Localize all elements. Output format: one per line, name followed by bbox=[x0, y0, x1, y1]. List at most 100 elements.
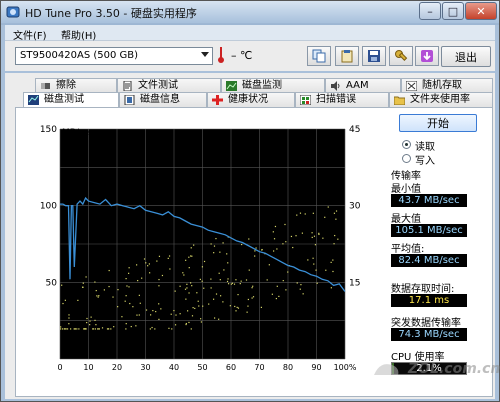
left-tick-label: 150 bbox=[40, 125, 57, 135]
tab-erase[interactable]: 擦除 bbox=[35, 78, 117, 93]
tab-benchmark[interactable]: 磁盘测试 bbox=[23, 92, 119, 108]
health-cross-icon bbox=[212, 95, 223, 105]
access-time-point bbox=[333, 243, 335, 245]
access-time-point bbox=[190, 328, 192, 330]
floppy-disk-icon bbox=[368, 50, 380, 62]
access-time-point bbox=[156, 260, 158, 262]
maximize-button[interactable]: □ bbox=[442, 2, 464, 20]
avg-label: 平均值: bbox=[391, 244, 425, 255]
access-time-point bbox=[210, 243, 212, 245]
access-time-point bbox=[227, 278, 229, 280]
toolbar: ST9500420AS (500 GB) – ℃ 退出 bbox=[5, 41, 495, 71]
access-time-point bbox=[117, 289, 119, 291]
access-time-point bbox=[247, 305, 249, 307]
close-button[interactable]: ✕ bbox=[465, 2, 497, 20]
access-time-point bbox=[318, 233, 320, 236]
access-time-point bbox=[89, 320, 91, 322]
access-time-point bbox=[89, 324, 91, 326]
tab-erase-label: 擦除 bbox=[56, 80, 76, 91]
menu-file[interactable]: 文件(F) bbox=[13, 27, 47, 42]
tab-file-test[interactable]: 文件测试 bbox=[117, 78, 221, 93]
tab-folder-usage[interactable]: 文件夹使用率 bbox=[389, 92, 493, 107]
write-radio[interactable] bbox=[402, 154, 411, 163]
drive-select[interactable]: ST9500420AS (500 GB) bbox=[15, 47, 213, 65]
tab-disk-monitor[interactable]: 磁盘监测 bbox=[221, 78, 325, 93]
access-time-point bbox=[227, 283, 230, 285]
access-time-point bbox=[333, 212, 336, 214]
access-time-point bbox=[137, 279, 139, 282]
menu-help[interactable]: 帮助(H) bbox=[61, 27, 96, 42]
access-time-point bbox=[190, 247, 192, 249]
access-time-point bbox=[167, 257, 169, 259]
x-tick-label: 100% bbox=[334, 363, 357, 372]
tab-aam[interactable]: AAM bbox=[325, 78, 401, 93]
access-time-point bbox=[86, 321, 88, 324]
tab-random-access[interactable]: 随机存取 bbox=[401, 78, 493, 93]
tab-error-scan[interactable]: 扫描错误 bbox=[295, 92, 389, 107]
access-time-point bbox=[92, 328, 94, 330]
burst-rate-label: 突发数据传输率 bbox=[391, 318, 461, 329]
start-button[interactable]: 开始 bbox=[399, 114, 477, 132]
copy-button[interactable] bbox=[307, 46, 331, 66]
x-tick-label: 70 bbox=[254, 363, 264, 372]
x-tick-label: 10 bbox=[83, 363, 93, 372]
tab-disk-info[interactable]: 磁盘信息 bbox=[119, 92, 207, 107]
access-time-point bbox=[185, 298, 187, 300]
access-time-point bbox=[246, 311, 248, 313]
access-time-point bbox=[97, 328, 99, 330]
access-time-point bbox=[94, 319, 96, 321]
title-bar[interactable]: HD Tune Pro 3.50 - 硬盘实用程序 – □ ✕ bbox=[1, 1, 499, 23]
access-time-point bbox=[90, 316, 92, 318]
benchmark-chart: MB/sec ms150100504530150 10 20 30 40 50 60 70 80 9… bbox=[40, 125, 361, 372]
access-time-point bbox=[219, 279, 221, 281]
access-time-point bbox=[154, 328, 156, 330]
access-time-point bbox=[86, 317, 88, 320]
access-time-point bbox=[315, 269, 317, 271]
access-time-point bbox=[151, 326, 153, 329]
access-time-point bbox=[94, 328, 96, 330]
access-time-point bbox=[214, 317, 216, 319]
exit-button[interactable]: 退出 bbox=[441, 46, 491, 67]
read-radio[interactable] bbox=[402, 140, 411, 149]
tab-file-test-label: 文件测试 bbox=[138, 80, 178, 91]
download-button[interactable] bbox=[415, 46, 439, 66]
x-tick-label: 0 bbox=[57, 363, 62, 372]
access-time-point bbox=[182, 272, 184, 274]
access-time-point bbox=[125, 295, 127, 297]
access-time-point bbox=[130, 325, 132, 328]
access-time-point bbox=[247, 298, 249, 301]
access-time-point bbox=[311, 236, 313, 239]
save-button[interactable] bbox=[362, 46, 386, 66]
tab-benchmark-label: 磁盘测试 bbox=[44, 94, 84, 105]
tab-health[interactable]: 健康状况 bbox=[207, 92, 295, 107]
access-time-point bbox=[136, 314, 138, 316]
access-time-point bbox=[248, 269, 250, 271]
tab-folder-usage-label: 文件夹使用率 bbox=[410, 94, 470, 105]
access-time-point bbox=[220, 295, 222, 297]
access-time-point bbox=[66, 328, 69, 330]
options-button[interactable] bbox=[389, 46, 413, 66]
access-time-point bbox=[188, 267, 190, 269]
access-time-point bbox=[215, 293, 218, 295]
access-time-point bbox=[191, 255, 193, 257]
access-time-point bbox=[174, 324, 177, 326]
access-time-point bbox=[301, 232, 303, 234]
access-time-point bbox=[65, 328, 67, 330]
access-time-point bbox=[161, 274, 164, 277]
copy-icon bbox=[312, 49, 326, 63]
access-time-point bbox=[82, 282, 84, 284]
minimize-button[interactable]: – bbox=[419, 2, 441, 20]
access-time-point bbox=[173, 309, 175, 312]
access-time-point bbox=[252, 296, 255, 298]
copy-info-button[interactable] bbox=[335, 46, 359, 66]
access-time-point bbox=[107, 328, 109, 330]
access-time-point bbox=[128, 286, 130, 288]
access-time-point bbox=[98, 328, 100, 330]
access-time-point bbox=[337, 238, 339, 240]
access-time-point bbox=[307, 259, 309, 261]
access-time-point bbox=[222, 301, 224, 303]
folder-icon bbox=[394, 96, 405, 105]
clipboard-icon bbox=[341, 50, 353, 63]
info-icon bbox=[124, 95, 135, 105]
access-time-point bbox=[215, 237, 217, 240]
